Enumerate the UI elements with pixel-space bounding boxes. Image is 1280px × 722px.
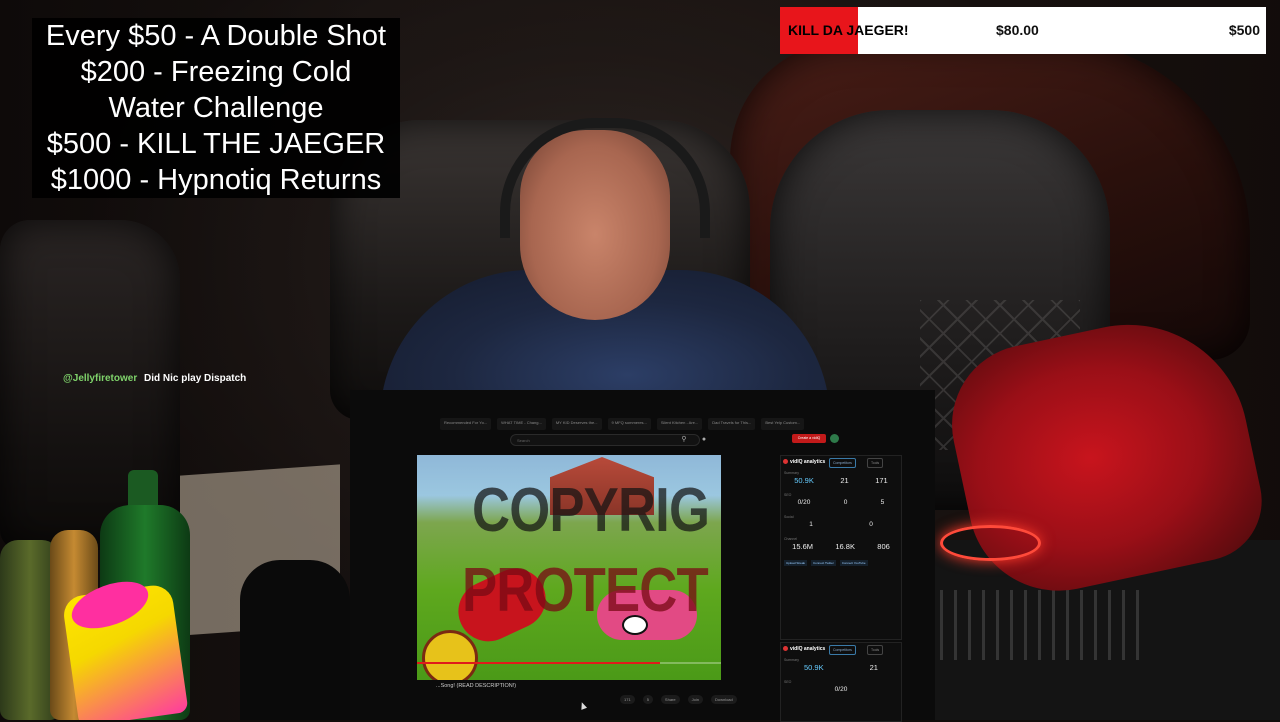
download-button[interactable]: Download: [710, 695, 737, 704]
vidiq-panel: vidIQ analytics Competitors Tools Summar…: [780, 642, 902, 722]
vidiq-summary-row: 50.9K 21: [781, 663, 901, 679]
vidiq-competitors-button[interactable]: Competitors: [829, 458, 856, 468]
video-player[interactable]: COPYRIG PROTECT ● ▣ ⚙ □ ▭ ⤢: [417, 455, 721, 680]
goal-line: $1000 - Hypnotiq Returns: [50, 164, 382, 196]
vidiq-tags-count: 0/20: [797, 499, 811, 506]
browser-tab[interactable]: 9 MFQ sommeres...: [607, 418, 651, 430]
goal-line: Every $50 - A Double Shot: [45, 20, 387, 52]
goal-line: $200 - Freezing Cold: [80, 56, 352, 88]
red-led-ring: [940, 525, 1041, 561]
vidiq-channel-views: 15.6M: [792, 542, 814, 551]
vidiq-header: vidIQ analytics Competitors Tools: [781, 643, 901, 657]
browser-tab[interactable]: Dad Travels for This...: [708, 418, 756, 430]
vidiq-panel: vidIQ analytics Competitors Tools Summar…: [780, 455, 902, 640]
vidiq-mentions: 0: [869, 521, 873, 528]
donation-goal-amount: $500: [1228, 22, 1260, 38]
vidiq-logo: vidIQ analytics: [783, 459, 825, 465]
goal-line: Water Challenge: [108, 92, 324, 124]
vidiq-comments: 21: [869, 663, 878, 672]
vidiq-subscribers: 16.8K: [835, 542, 855, 551]
video-progress-fill[interactable]: [417, 662, 661, 664]
vidiq-comments: 21: [840, 476, 849, 485]
vidiq-seo-score: 5: [880, 499, 885, 506]
vidiq-likes: 171: [875, 476, 888, 485]
extension-icon[interactable]: [830, 434, 839, 443]
mic-icon[interactable]: ●: [699, 434, 709, 446]
browser-tab[interactable]: Recommended For Yo...: [440, 418, 492, 430]
vidiq-competitors-button[interactable]: Competitors: [829, 645, 856, 655]
donation-goals-overlay: Every $50 - A Double Shot $200 - Freezin…: [32, 18, 400, 198]
vidiq-social-row: 1 0: [781, 520, 901, 536]
vidiq-summary-row: 50.9K 21 171: [781, 476, 901, 492]
donation-current-amount: $80.00: [996, 22, 1039, 38]
vidiq-ranked-tags: 0: [843, 499, 848, 506]
like-button[interactable]: 171: [620, 695, 635, 704]
browser-tab-strip: Recommended For Yo... WHAT TIME - Chang.…: [440, 418, 910, 430]
video-watermark-line1: COPYRIG: [472, 476, 710, 545]
video-watermark-line2: PROTECT: [462, 556, 709, 625]
vidiq-tools-button[interactable]: Tools: [867, 458, 884, 468]
vidiq-link[interactable]: Upload Streak: [784, 560, 808, 566]
vidiq-tools-button[interactable]: Tools: [867, 645, 884, 655]
captured-browser-window: Recommended For Yo... WHAT TIME - Chang.…: [350, 390, 935, 722]
browser-tab[interactable]: WHAT TIME - Chang...: [497, 418, 546, 430]
share-button[interactable]: Share: [660, 695, 680, 704]
vidiq-extension-button[interactable]: Create a vidIQ: [792, 434, 826, 443]
black-object: [240, 560, 350, 720]
search-icon[interactable]: ⚲: [677, 434, 691, 446]
vidiq-link[interactable]: Connect Twitter: [811, 560, 836, 566]
vidiq-views: 50.9K: [804, 663, 824, 672]
browser-tab[interactable]: MY KID Deserves the...: [551, 418, 602, 430]
goal-line: $500 - KILL THE JAEGER: [46, 128, 386, 160]
chat-message: @Jellyfiretower Did Nic play Dispatch: [63, 373, 246, 384]
audio-mixer: [940, 590, 1140, 660]
vidiq-views: 50.9K: [794, 476, 814, 485]
vidiq-seo-row: 0/20: [781, 685, 901, 701]
vidiq-logo: vidIQ analytics: [783, 646, 825, 652]
cartoon-character-yellow: [422, 630, 478, 680]
donation-goal-label: KILL DA JAEGER!: [788, 22, 909, 38]
vidiq-shares: 1: [809, 521, 813, 528]
chat-username: @Jellyfiretower: [63, 373, 138, 384]
browser-tab[interactable]: Silent Kitchen - Are...: [656, 418, 703, 430]
vidiq-videos: 806: [877, 542, 890, 551]
vidiq-links: Upload Streak Connect Twitter Connect Yo…: [781, 558, 901, 568]
chat-text: Did Nic play Dispatch: [144, 373, 247, 384]
dislike-button[interactable]: 5: [642, 695, 653, 704]
vidiq-seo-row: 0/20 0 5: [781, 498, 901, 514]
youtube-search-input[interactable]: Search: [510, 434, 700, 446]
mouse-cursor-icon: [578, 701, 588, 710]
browser-tab[interactable]: Best Yelp Custom...: [761, 418, 805, 430]
join-button[interactable]: Join: [687, 695, 703, 704]
vidiq-channel-row: 15.6M 16.8K 806: [781, 542, 901, 558]
video-action-row: 171 5 Share Join Download: [620, 695, 737, 704]
vidiq-link[interactable]: Connect YouTube: [839, 560, 868, 566]
video-title: ...Song! (READ DESCRIPTION!): [436, 683, 517, 689]
donation-goal-bar: KILL DA JAEGER! $80.00 $500: [780, 7, 1266, 54]
vidiq-tags-count: 0/20: [834, 686, 848, 693]
vidiq-header: vidIQ analytics Competitors Tools: [781, 456, 901, 470]
